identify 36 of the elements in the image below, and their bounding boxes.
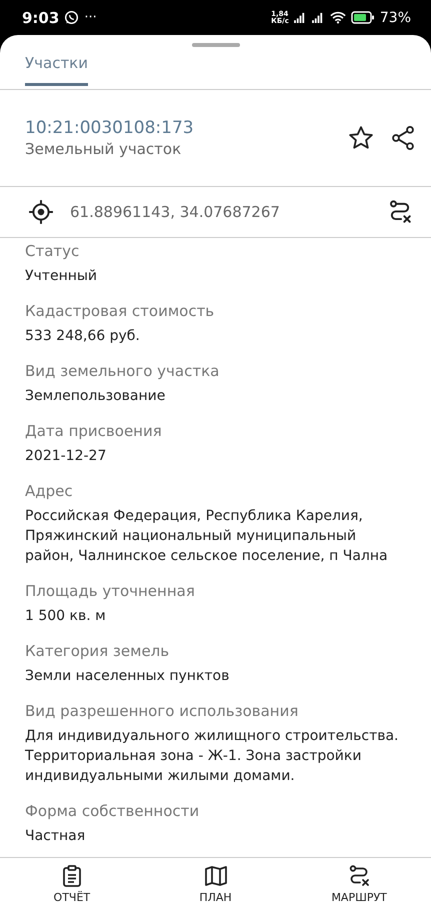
field-value: Для индивидуального жилищного строительства. Территориальная зона - Ж-1. Зона застройки индивидуальными жилыми домами.: [25, 727, 400, 786]
field-value: Земли населенных пунктов: [25, 667, 230, 686]
wifi-icon: [330, 11, 346, 24]
signal-icon: [312, 12, 325, 23]
cadastral-number: 10:21:0030108:173: [25, 118, 195, 138]
field-value: 2021-12-27: [25, 447, 108, 466]
battery-icon: [350, 11, 375, 24]
route-icon[interactable]: [387, 199, 413, 225]
field-label: Вид разрешенного использования: [25, 701, 300, 722]
field-value: Частная: [25, 827, 86, 846]
more-notifications: ···: [84, 10, 97, 25]
chat-icon: [64, 10, 80, 25]
field-label: Площадь уточненная: [25, 581, 196, 602]
field-label: Форма собственности: [25, 801, 200, 822]
map-icon: [204, 864, 228, 888]
tab[interactable]: Участки: [25, 47, 88, 86]
field-value: 533 248,66 руб.: [25, 327, 141, 346]
field-label: Статус: [25, 241, 80, 262]
target-icon[interactable]: [28, 199, 54, 225]
battery-percent: 73%: [380, 10, 411, 26]
route-icon: [347, 864, 372, 888]
signal-icon: [294, 12, 307, 23]
coordinates: 61.88961143, 34.07687267: [70, 203, 281, 221]
field-label: Кадастровая стоимость: [25, 301, 216, 322]
field-value: Российская Федерация, Республика Карелия, Пряжинский национальный муниципальный район, Чалнинское сельское поселение, п Чална: [25, 507, 389, 566]
field-label: Категория земель: [25, 641, 170, 662]
field-value: 1 500 кв. м: [25, 607, 107, 626]
field-label: Вид земельного участка: [25, 361, 220, 382]
field-label: Дата присвоения: [25, 421, 163, 442]
clock: 9:03: [22, 8, 60, 26]
share-icon[interactable]: [389, 124, 417, 152]
parcel-type: Земельный участок: [25, 140, 182, 158]
field-label: Адрес: [25, 481, 74, 502]
field-value: Землепользование: [25, 387, 166, 406]
field-value: Учтенный: [25, 267, 98, 286]
drag-handle[interactable]: [192, 43, 240, 47]
